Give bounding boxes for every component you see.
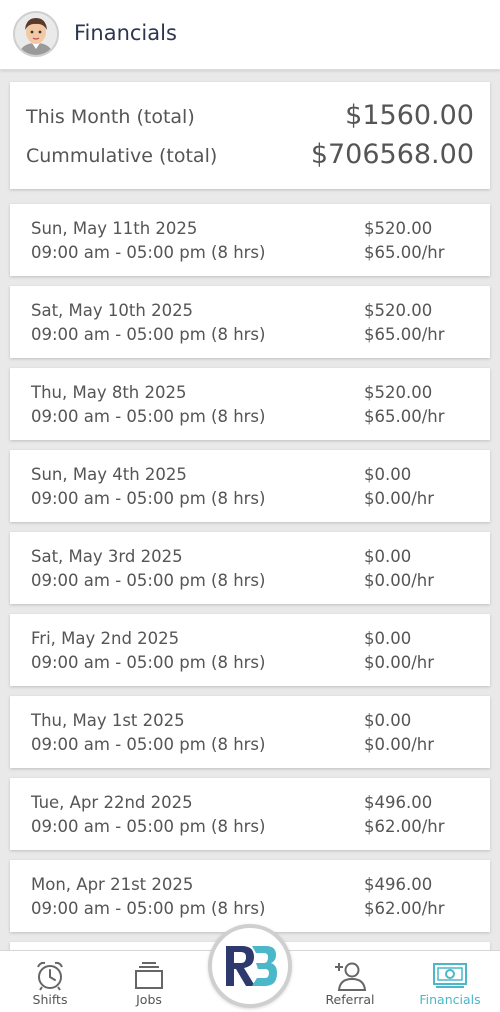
shift-date: Thu, May 1st 2025 — [31, 711, 185, 730]
shift-card[interactable]: Mon, Apr 21st 2025 09:00 am - 05:00 pm (… — [10, 860, 490, 932]
alarm-clock-icon — [37, 961, 63, 991]
shift-time: 09:00 am - 05:00 pm (8 hrs) — [31, 243, 266, 262]
tab-jobs[interactable]: Jobs — [104, 951, 194, 1012]
summary-card: This Month (total) $1560.00 Cummulative … — [10, 82, 490, 189]
shift-amount: $496.00 — [364, 875, 433, 894]
shift-rate: $0.00/hr — [364, 653, 435, 672]
shift-time: 09:00 am - 05:00 pm (8 hrs) — [31, 817, 266, 836]
shift-amount: $0.00 — [364, 465, 412, 484]
shift-time: 09:00 am - 05:00 pm (8 hrs) — [31, 653, 266, 672]
user-avatar-icon[interactable] — [13, 11, 59, 57]
shift-card[interactable]: Sat, May 10th 2025 09:00 am - 05:00 pm (… — [10, 286, 490, 358]
shift-date: Sat, May 10th 2025 — [31, 301, 194, 320]
shift-rate: $62.00/hr — [364, 817, 445, 836]
shift-date: Sun, May 11th 2025 — [31, 219, 198, 238]
cumulative-total-label: Cummulative (total) — [26, 145, 218, 167]
shift-card[interactable]: Sun, May 11th 2025 09:00 am - 05:00 pm (… — [10, 204, 490, 276]
shift-time: 09:00 am - 05:00 pm (8 hrs) — [31, 735, 266, 754]
shift-date: Tue, Apr 22nd 2025 — [31, 793, 193, 812]
shift-amount: $496.00 — [364, 793, 433, 812]
tab-referral-label: Referral — [325, 992, 375, 1007]
shift-date: Mon, Apr 21st 2025 — [31, 875, 194, 894]
app-header: Financials — [0, 0, 500, 70]
tab-financials-label: Financials — [419, 992, 481, 1007]
month-total-label: This Month (total) — [26, 106, 195, 128]
rb-logo-icon — [226, 946, 277, 986]
add-user-icon — [335, 962, 367, 991]
month-total-value: $1560.00 — [345, 100, 474, 131]
shift-date: Thu, May 8th 2025 — [31, 383, 187, 402]
shift-rate: $0.00/hr — [364, 571, 435, 590]
shift-card[interactable]: Sat, May 3rd 2025 09:00 am - 05:00 pm (8… — [10, 532, 490, 604]
tab-referral[interactable]: Referral — [305, 951, 395, 1012]
shift-amount: $0.00 — [364, 629, 412, 648]
shift-time: 09:00 am - 05:00 pm (8 hrs) — [31, 899, 266, 918]
stack-icon — [135, 962, 163, 989]
cumulative-total-value: $706568.00 — [310, 139, 474, 170]
shift-rate: $0.00/hr — [364, 735, 435, 754]
shift-date: Sat, May 3rd 2025 — [31, 547, 183, 566]
tab-financials[interactable]: Financials — [405, 951, 495, 1012]
shift-time: 09:00 am - 05:00 pm (8 hrs) — [31, 325, 266, 344]
shift-time: 09:00 am - 05:00 pm (8 hrs) — [31, 407, 266, 426]
tab-shifts[interactable]: Shifts — [5, 951, 95, 1012]
shift-card[interactable]: Sun, May 4th 2025 09:00 am - 05:00 pm (8… — [10, 450, 490, 522]
shift-date: Fri, May 2nd 2025 — [31, 629, 180, 648]
shift-amount: $0.00 — [364, 547, 412, 566]
shift-rate: $65.00/hr — [364, 243, 445, 262]
shift-rate: $65.00/hr — [364, 407, 445, 426]
shift-time: 09:00 am - 05:00 pm (8 hrs) — [31, 571, 266, 590]
financials-list[interactable]: This Month (total) $1560.00 Cummulative … — [0, 70, 500, 950]
shift-amount: $520.00 — [364, 219, 433, 238]
shift-amount: $520.00 — [364, 383, 433, 402]
shift-amount: $520.00 — [364, 301, 433, 320]
tab-shifts-label: Shifts — [32, 992, 68, 1007]
shift-card[interactable]: Thu, May 1st 2025 09:00 am - 05:00 pm (8… — [10, 696, 490, 768]
shift-rate: $62.00/hr — [364, 899, 445, 918]
shift-card[interactable]: Fri, May 2nd 2025 09:00 am - 05:00 pm (8… — [10, 614, 490, 686]
page-title: Financials — [74, 21, 177, 45]
shift-card[interactable]: Thu, May 8th 2025 09:00 am - 05:00 pm (8… — [10, 368, 490, 440]
money-icon — [433, 963, 467, 988]
shift-time: 09:00 am - 05:00 pm (8 hrs) — [31, 489, 266, 508]
home-logo-button[interactable] — [208, 924, 292, 1008]
shift-rate: $65.00/hr — [364, 325, 445, 344]
shift-date: Sun, May 4th 2025 — [31, 465, 187, 484]
tab-jobs-label: Jobs — [136, 992, 162, 1007]
shift-card[interactable]: Tue, Apr 22nd 2025 09:00 am - 05:00 pm (… — [10, 778, 490, 850]
shift-rate: $0.00/hr — [364, 489, 435, 508]
shift-amount: $0.00 — [364, 711, 412, 730]
